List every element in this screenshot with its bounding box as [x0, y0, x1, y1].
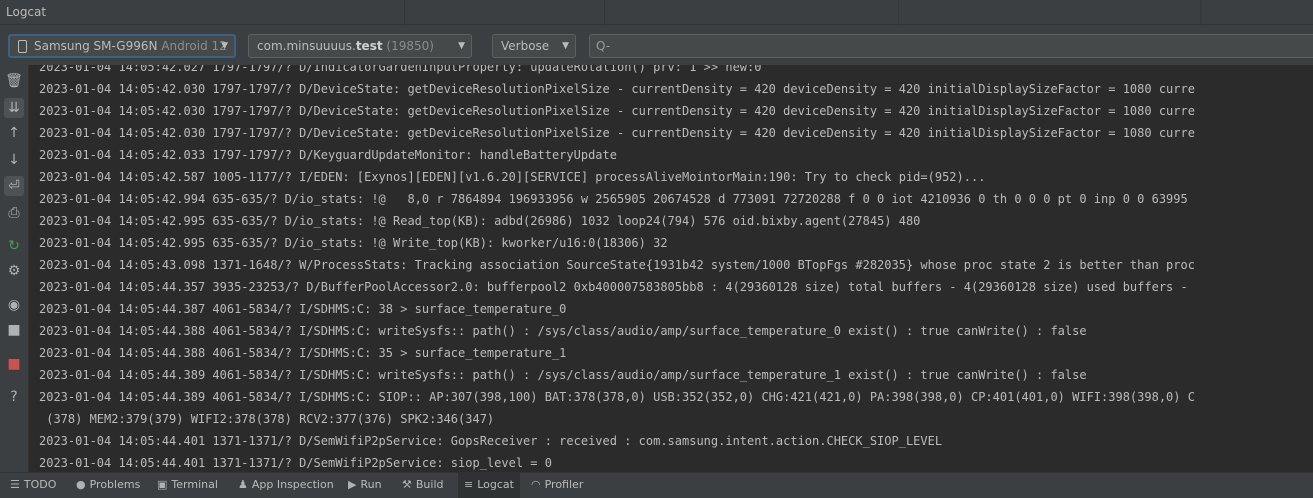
search-icon: Q- — [596, 39, 611, 53]
tab-logcat[interactable]: ≡ Logcat — [458, 473, 520, 498]
settings-icon[interactable]: ⚙ — [4, 261, 24, 281]
tool-window-bar: ☰ TODO ● Problems ▣ Terminal ♟ App Inspectio… — [0, 472, 1313, 498]
tab-profiler[interactable]: ◠ Profiler — [531, 473, 583, 498]
title-divider — [898, 0, 899, 25]
process-selector[interactable]: com.minsuuuus.test (19850) ▼ — [248, 34, 472, 58]
log-line: 2023-01-04 14:05:42.033 1797-1797/? D/Ke… — [39, 148, 617, 162]
tab-label: Build — [415, 478, 444, 491]
log-line: 2023-01-04 14:05:42.030 1797-1797/? D/De… — [39, 82, 1195, 96]
down-arrow-icon[interactable]: ↓ — [4, 150, 24, 170]
device-name: Samsung SM-G996N — [34, 39, 158, 53]
device-os: Android 12 — [161, 39, 227, 53]
tab-problems[interactable]: ● Problems — [76, 473, 140, 498]
help-icon[interactable]: ? — [4, 387, 24, 407]
log-line: 2023-01-04 14:05:43.098 1371-1648/? W/Pr… — [39, 258, 1195, 272]
tab-label: Profiler — [544, 478, 584, 491]
tab-label: App Inspection — [251, 478, 334, 491]
device-selector[interactable]: Samsung SM-G996N Android 12 ▼ — [8, 34, 236, 58]
tab-label: Terminal — [171, 478, 218, 491]
tool-window-title-bar: Logcat — [0, 0, 1313, 25]
package-name: test — [355, 39, 383, 53]
title-divider — [1200, 0, 1201, 25]
search-input[interactable]: Q- — [589, 34, 1313, 58]
log-line: 2023-01-04 14:05:42.995 635-635/? D/io_s… — [39, 236, 668, 250]
title-divider — [604, 0, 605, 25]
log-line: 2023-01-04 14:05:42.027 1797-1797/? D/In… — [39, 65, 762, 74]
run-icon: ▶ — [348, 478, 357, 491]
package-prefix: com.minsuuuus. — [257, 39, 356, 53]
build-icon: ⚒ — [402, 478, 412, 491]
screen-record-icon[interactable]: ■ — [4, 320, 24, 340]
up-arrow-icon[interactable]: ↑ — [4, 123, 24, 143]
log-line: (378) MEM2:379(379) WIFI2:378(378) RCV2:… — [39, 412, 495, 426]
log-line: 2023-01-04 14:05:44.357 3935-23253/? D/B… — [39, 280, 1188, 294]
chevron-down-icon: ▼ — [458, 41, 465, 51]
profiler-icon: ◠ — [531, 478, 541, 491]
log-line: 2023-01-04 14:05:42.995 635-635/? D/io_s… — [39, 214, 921, 228]
problems-icon: ● — [76, 478, 86, 491]
soft-wrap-icon[interactable]: ⏎ — [4, 176, 24, 196]
logcat-output[interactable]: 2023-01-04 14:05:42.027 1797-1797/? D/In… — [30, 65, 1313, 472]
log-line: 2023-01-04 14:05:44.388 4061-5834/? I/SD… — [39, 346, 567, 360]
logcat-icon: ≡ — [464, 478, 474, 491]
log-line: 2023-01-04 14:05:42.030 1797-1797/? D/De… — [39, 126, 1195, 140]
window-title: Logcat — [6, 5, 47, 19]
title-divider — [404, 0, 405, 25]
tab-todo[interactable]: ☰ TODO — [10, 473, 56, 498]
log-line: 2023-01-04 14:05:44.387 4061-5834/? I/SD… — [39, 302, 567, 316]
tab-label: TODO — [23, 478, 57, 491]
log-line: 2023-01-04 14:05:44.389 4061-5834/? I/SD… — [39, 390, 1195, 404]
log-line: 2023-01-04 14:05:42.587 1005-1177/? I/ED… — [39, 170, 986, 184]
log-line: 2023-01-04 14:05:44.401 1371-1371/? D/Se… — [39, 434, 943, 448]
app-inspection-icon: ♟ — [238, 478, 248, 491]
screenshot-icon[interactable]: ◉ — [4, 295, 24, 315]
process-pid: (19850) — [386, 39, 434, 53]
print-icon[interactable]: ⎙ — [4, 203, 24, 223]
tab-label: Logcat — [477, 478, 514, 491]
log-line: 2023-01-04 14:05:42.994 635-635/? D/io_s… — [39, 192, 1188, 206]
log-line: 2023-01-04 14:05:44.388 4061-5834/? I/SD… — [39, 324, 1087, 338]
scroll-to-end-icon[interactable]: ⇊ — [4, 98, 24, 118]
logcat-toolbar: Samsung SM-G996N Android 12 ▼ com.minsuu… — [0, 25, 1313, 65]
log-line: 2023-01-04 14:05:42.030 1797-1797/? D/De… — [39, 104, 1195, 118]
clear-logcat-icon[interactable]: 🗑 — [4, 71, 24, 91]
tab-terminal[interactable]: ▣ Terminal — [157, 473, 218, 498]
chevron-down-icon: ▼ — [562, 41, 569, 51]
log-level-selector[interactable]: Verbose ▼ — [492, 34, 576, 58]
tab-label: Problems — [89, 478, 141, 491]
terminal-icon: ▣ — [157, 478, 168, 491]
log-line: 2023-01-04 14:05:44.401 1371-1371/? D/Se… — [39, 456, 552, 470]
chevron-down-icon: ▼ — [221, 41, 228, 51]
phone-icon — [18, 40, 27, 53]
tab-build[interactable]: ⚒ Build — [402, 473, 444, 498]
restart-icon[interactable]: ↻ — [4, 236, 24, 256]
tab-app-inspection[interactable]: ♟ App Inspection — [238, 473, 334, 498]
list-icon: ☰ — [10, 478, 20, 491]
stop-icon[interactable]: ■ — [4, 354, 24, 374]
log-line: 2023-01-04 14:05:44.389 4061-5834/? I/SD… — [39, 368, 1087, 382]
tab-label: Run — [360, 478, 382, 491]
tab-run[interactable]: ▶ Run — [348, 473, 382, 498]
logcat-side-toolbar: 🗑 ⇊ ↑ ↓ ⏎ ⎙ ↻ ⚙ ◉ ■ ■ ? — [0, 65, 29, 472]
log-level-value: Verbose — [501, 39, 550, 53]
